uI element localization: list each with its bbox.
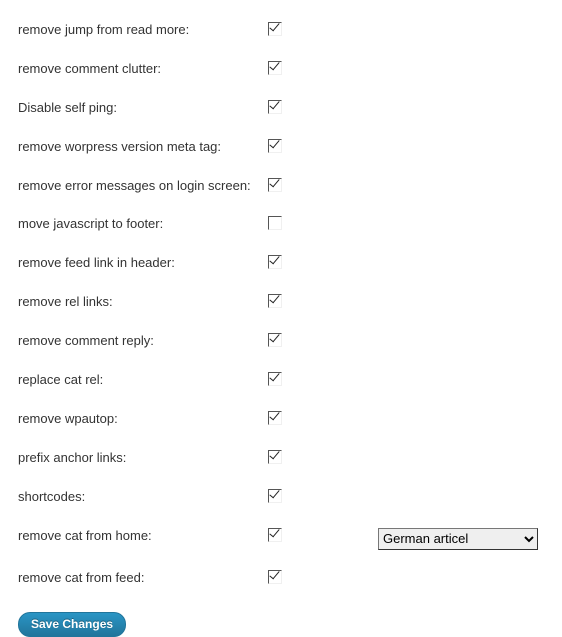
- settings-row: remove cat from feed:: [18, 560, 562, 599]
- settings-row: remove jump from read more:: [18, 12, 562, 51]
- settings-row: remove comment reply:: [18, 323, 562, 362]
- option-checkbox[interactable]: [268, 255, 282, 269]
- option-checkbox[interactable]: [268, 411, 282, 425]
- settings-row: prefix anchor links:: [18, 440, 562, 479]
- option-label: remove comment reply:: [18, 323, 268, 362]
- option-label: remove comment clutter:: [18, 51, 268, 90]
- settings-row: remove wpautop:: [18, 401, 562, 440]
- option-label: remove error messages on login screen:: [18, 168, 268, 207]
- option-label: remove rel links:: [18, 284, 268, 323]
- settings-row: remove comment clutter:: [18, 51, 562, 90]
- option-label: remove cat from home:: [18, 518, 268, 560]
- option-checkbox[interactable]: [268, 489, 282, 503]
- settings-row: move javascript to footer:: [18, 206, 562, 245]
- option-label: remove cat from feed:: [18, 560, 268, 599]
- option-label: remove feed link in header:: [18, 245, 268, 284]
- option-checkbox[interactable]: [268, 294, 282, 308]
- option-checkbox[interactable]: [268, 61, 282, 75]
- settings-row: remove feed link in header:: [18, 245, 562, 284]
- save-changes-button[interactable]: Save Changes: [18, 612, 126, 637]
- option-checkbox[interactable]: [268, 528, 282, 542]
- option-label: shortcodes:: [18, 479, 268, 518]
- option-label: remove wpautop:: [18, 401, 268, 440]
- option-checkbox[interactable]: [268, 333, 282, 347]
- option-checkbox[interactable]: [268, 100, 282, 114]
- option-label: Disable self ping:: [18, 90, 268, 129]
- option-label: remove worpress version meta tag:: [18, 129, 268, 168]
- settings-row: replace cat rel:: [18, 362, 562, 401]
- option-label: remove jump from read more:: [18, 12, 268, 51]
- settings-row: remove error messages on login screen:: [18, 168, 562, 207]
- option-label: move javascript to footer:: [18, 206, 268, 245]
- settings-row: remove cat from home: German articel: [18, 518, 562, 560]
- option-label: replace cat rel:: [18, 362, 268, 401]
- settings-row: remove rel links:: [18, 284, 562, 323]
- settings-row: Disable self ping:: [18, 90, 562, 129]
- settings-row: shortcodes:: [18, 479, 562, 518]
- category-select[interactable]: German articel: [378, 528, 538, 550]
- option-label: prefix anchor links:: [18, 440, 268, 479]
- option-checkbox[interactable]: [268, 216, 282, 230]
- settings-row: remove worpress version meta tag:: [18, 129, 562, 168]
- option-checkbox[interactable]: [268, 22, 282, 36]
- option-checkbox[interactable]: [268, 178, 282, 192]
- option-checkbox[interactable]: [268, 139, 282, 153]
- option-checkbox[interactable]: [268, 372, 282, 386]
- option-checkbox[interactable]: [268, 570, 282, 584]
- option-checkbox[interactable]: [268, 450, 282, 464]
- settings-table: remove jump from read more:remove commen…: [18, 12, 562, 598]
